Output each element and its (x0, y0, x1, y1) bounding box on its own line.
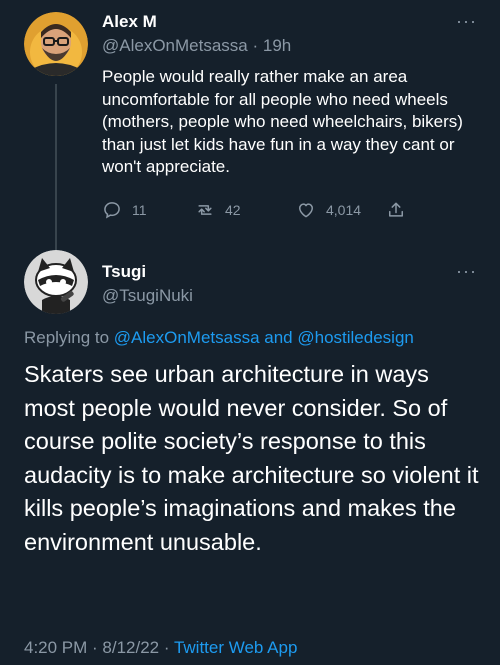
tweet2-text: Skaters see urban architecture in ways m… (24, 361, 479, 555)
tweet2-meta-line: 4:20 PM · 8/12/22 · Twitter Web App (24, 638, 297, 658)
avatar-alex[interactable] (24, 12, 88, 76)
avatar-tsugi[interactable] (24, 250, 88, 314)
tweet1-handle-time[interactable]: @AlexOnMetsassa · 19h (102, 36, 291, 56)
avatar-tsugi-image (24, 250, 88, 314)
retweet-count: 42 (225, 202, 241, 218)
tweet2-author-name[interactable]: Tsugi (102, 262, 146, 282)
tweet2-handle[interactable]: @TsugiNuki (102, 286, 193, 306)
reply-count: 11 (132, 202, 147, 218)
like-button[interactable]: 4,014 (296, 200, 361, 220)
reply-to-link-hostiledesign[interactable]: @hostiledesign (297, 328, 414, 347)
tweet2-source-link[interactable]: Twitter Web App (174, 638, 297, 657)
retweet-icon (198, 205, 212, 215)
thread-connector-line (55, 84, 57, 254)
reply-button[interactable]: 11 (102, 200, 147, 220)
replying-to-line: Replying to @AlexOnMetsassa and @hostile… (24, 328, 414, 348)
tweet1-text: People would really rather make an area … (102, 67, 463, 176)
avatar-alex-image (24, 12, 88, 76)
reply-to-link-alex[interactable]: @AlexOnMetsassa (114, 328, 260, 347)
share-button[interactable] (386, 200, 416, 220)
like-count: 4,014 (326, 202, 362, 218)
reply-icon (104, 202, 120, 219)
tweet2-more-icon[interactable]: ··· (456, 262, 477, 280)
heart-icon (299, 203, 313, 218)
tweet1-author-name[interactable]: Alex M (102, 12, 157, 32)
tweet1-more-icon[interactable]: ··· (456, 12, 477, 30)
replying-to-prefix: Replying to (24, 328, 114, 347)
share-icon (389, 202, 403, 217)
reply-to-and: and (259, 328, 298, 347)
tweet2-time-date[interactable]: 4:20 PM · 8/12/22 · (24, 638, 174, 657)
retweet-button[interactable]: 42 (195, 200, 241, 220)
